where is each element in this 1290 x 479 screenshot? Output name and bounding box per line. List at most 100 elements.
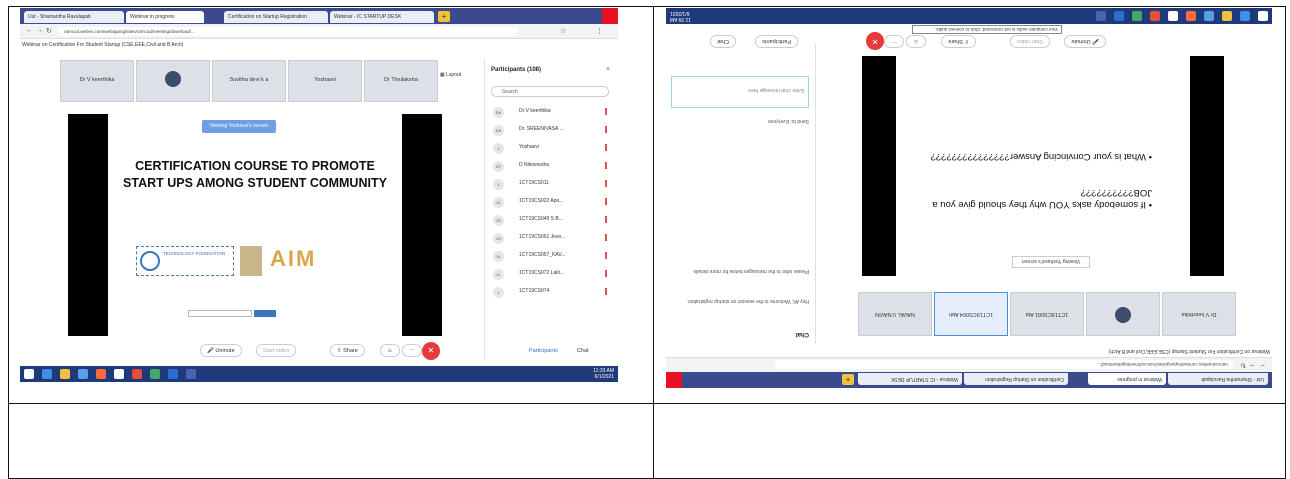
windows-start-icon[interactable]: [1258, 11, 1268, 21]
participant-row[interactable]: 1 1CT19CS074: [489, 284, 613, 302]
word-icon[interactable]: [1114, 11, 1124, 21]
mic-muted-icon: [605, 126, 607, 133]
forward-icon[interactable]: →: [1249, 362, 1256, 369]
url-input[interactable]: ramcod.webex.com/webappng/sites/ramcod/m…: [774, 360, 1234, 369]
unmute-button[interactable]: 🎤 Unmute: [1064, 35, 1106, 48]
menu-kebab-icon[interactable]: ⋮: [596, 27, 603, 35]
chat-tab[interactable]: Chat: [577, 348, 589, 354]
word-icon[interactable]: [168, 369, 178, 379]
participant-row[interactable]: 1S 1CT19CS051 Jeev...: [489, 230, 613, 248]
participant-row[interactable]: DS Dr. SREENIVASA ...: [489, 122, 613, 140]
more-options-icon[interactable]: ⋯: [402, 344, 422, 357]
panel-tabs: Participants Chat: [678, 32, 798, 50]
app-icon[interactable]: [1132, 11, 1142, 21]
new-tab-icon[interactable]: +: [438, 11, 450, 22]
participants-tab[interactable]: Participants: [755, 35, 798, 48]
chat-panel: Chat Hey All, Welcome to the session on …: [666, 44, 816, 344]
participant-row[interactable]: 1C 1CT19CS022 Apo...: [489, 194, 613, 212]
chrome-icon[interactable]: [1150, 11, 1160, 21]
end-call-icon[interactable]: ✕: [866, 32, 884, 50]
office-icon[interactable]: [1186, 11, 1196, 21]
clock-date: 6/1/2021: [670, 10, 690, 16]
chat-tab[interactable]: Chat: [710, 35, 736, 48]
browser-tab-active[interactable]: Webinar in progress: [126, 11, 204, 23]
share-button[interactable]: ⇧ Share: [330, 344, 365, 357]
office-icon[interactable]: [96, 369, 106, 379]
browser-tab[interactable]: Ust - Shamantha Ravulapati: [1168, 373, 1268, 385]
file-explorer-icon[interactable]: [60, 369, 70, 379]
participant-row[interactable]: 1L 1CT19CS057_KAV...: [489, 248, 613, 266]
video-tile[interactable]: Dr Tinulaksha: [364, 60, 438, 102]
forward-icon[interactable]: →: [36, 27, 43, 34]
shared-screen-stage: Viewing Yoshasvi's screen • If somebody …: [862, 56, 1224, 276]
unmute-label: Unmute: [1071, 38, 1091, 44]
reactions-icon[interactable]: ☺: [380, 344, 400, 357]
more-options-icon[interactable]: ⋯: [884, 35, 904, 48]
send-to-select[interactable]: Send to: Everyone: [768, 118, 809, 124]
participant-row[interactable]: Y Yoshasvi: [489, 140, 613, 158]
start-video-button[interactable]: Start video: [1009, 35, 1050, 48]
presentation-slide: Viewing Yoshasvi's screen • If somebody …: [896, 56, 1190, 276]
row-divider: [9, 403, 1285, 404]
window-close-icon[interactable]: [666, 372, 682, 388]
video-tile[interactable]: Dr V keerthika: [1162, 292, 1236, 336]
teams-icon[interactable]: [1096, 11, 1106, 21]
participants-search-input[interactable]: Search: [491, 86, 609, 97]
store-icon[interactable]: [78, 369, 88, 379]
video-tiles: Dr V keerthika Suvitha devi k a Yoshasvi…: [60, 60, 448, 102]
star-icon[interactable]: ☆: [560, 27, 566, 35]
app-icon[interactable]: [150, 369, 160, 379]
video-tile[interactable]: 1CT19CS001 Abi: [1010, 292, 1084, 336]
reload-icon[interactable]: ↻: [46, 27, 52, 35]
video-tile-avatar[interactable]: [136, 60, 210, 102]
participant-row[interactable]: 1L 1CT19CS072 Lalit...: [489, 266, 613, 284]
participant-row[interactable]: 1 1CT19CS011: [489, 176, 613, 194]
browser-tab[interactable]: Webinar - IC STARTUP DESK: [858, 373, 962, 385]
participant-name: 1CT19CS057_KAV...: [519, 252, 566, 258]
participant-row[interactable]: DT D Nitesnesha: [489, 158, 613, 176]
new-tab-icon[interactable]: +: [842, 374, 854, 385]
windows-taskbar: 11:33 AM 6/1/2021: [20, 366, 618, 382]
browser-tab[interactable]: Webinar - IC STARTUP DESK: [330, 11, 434, 23]
unmute-button[interactable]: 🎤 Unmute: [200, 344, 242, 357]
mail-icon[interactable]: [1168, 11, 1178, 21]
chrome-icon[interactable]: [132, 369, 142, 379]
file-explorer-icon[interactable]: [1222, 11, 1232, 21]
back-icon[interactable]: ←: [26, 27, 33, 34]
video-tile-avatar[interactable]: [1086, 292, 1160, 336]
teams-icon[interactable]: [186, 369, 196, 379]
back-icon[interactable]: ←: [1259, 362, 1266, 369]
sharing-indicator[interactable]: Viewing Yoshasvi's screen: [202, 120, 276, 133]
store-icon[interactable]: [1204, 11, 1214, 21]
participant-row[interactable]: 1S 1CT19CS049 S B...: [489, 212, 613, 230]
start-video-button[interactable]: Start video: [256, 344, 297, 357]
participants-title: Participants (108): [491, 67, 542, 73]
reload-icon[interactable]: ↻: [1240, 361, 1246, 369]
browser-tab[interactable]: Ust - Shamantha Ravulapati: [24, 11, 124, 23]
close-icon[interactable]: ×: [606, 66, 610, 73]
browser-tab-active[interactable]: Webinar in progress: [1088, 373, 1166, 385]
video-tile[interactable]: Yoshasvi: [288, 60, 362, 102]
chat-message-input[interactable]: Enter chat message here: [671, 76, 809, 108]
edge-icon[interactable]: [1240, 11, 1250, 21]
video-tile[interactable]: Dr V keerthika: [60, 60, 134, 102]
layout-button[interactable]: ▦ Layout: [440, 72, 461, 78]
sharing-indicator[interactable]: Viewing Yoshasvi's screen: [1012, 256, 1090, 268]
share-button[interactable]: ⇧ Share: [941, 35, 976, 48]
slide-bullet: • If somebody asks YOU why they should g…: [932, 187, 1152, 210]
window-close-icon[interactable]: [602, 8, 618, 24]
windows-start-icon[interactable]: [24, 369, 34, 379]
end-call-icon[interactable]: ✕: [422, 342, 440, 360]
browser-tab[interactable]: Certification on Startup Registration: [964, 373, 1068, 385]
video-tile-active[interactable]: 1CT19CS004 Abh: [934, 292, 1008, 336]
edge-icon[interactable]: [42, 369, 52, 379]
mail-icon[interactable]: [114, 369, 124, 379]
video-tile[interactable]: Suvitha devi k a: [212, 60, 286, 102]
video-tile[interactable]: NAVAL V.NAVIN: [858, 292, 932, 336]
reactions-icon[interactable]: ☺: [906, 35, 926, 48]
participant-row[interactable]: DK Dr V keerthika: [489, 104, 613, 122]
participants-tab[interactable]: Participants: [529, 348, 558, 354]
presentation-slide: Viewing Yoshasvi's screen CERTIFICATION …: [108, 114, 402, 336]
browser-tab[interactable]: Certification on Startup Registration: [224, 11, 328, 23]
url-input[interactable]: ramcod.webex.com/webappng/sites/ramcod/m…: [58, 27, 518, 36]
